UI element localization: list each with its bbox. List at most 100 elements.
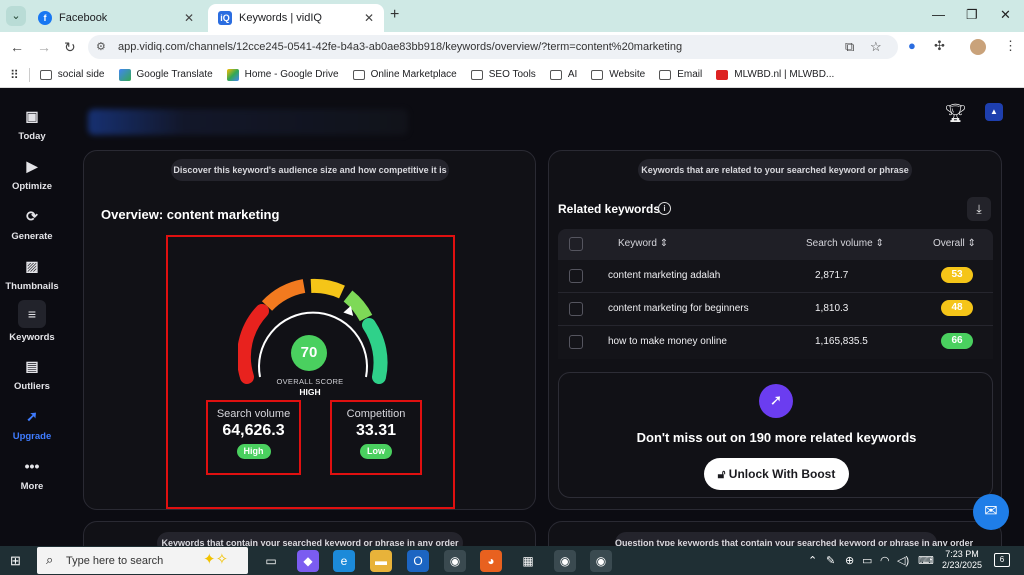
select-all-checkbox[interactable]: [569, 237, 583, 251]
sidebar-item-today[interactable]: ▣ Today: [0, 105, 64, 142]
trophy-icon[interactable]: 🏆︎: [944, 103, 967, 124]
question-keywords-card: Question type keywords that contain your…: [548, 521, 1002, 546]
browser-menu-icon[interactable]: ⋮: [1004, 38, 1017, 54]
table-row[interactable]: content marketing for beginners 1,810.3 …: [558, 293, 993, 326]
meet-icon[interactable]: ⊕: [845, 554, 854, 567]
bookmark-online-marketplace[interactable]: Online Marketplace: [352, 69, 457, 80]
download-button[interactable]: ⤓: [967, 197, 991, 221]
pen-icon[interactable]: ✎: [826, 554, 835, 567]
firefox-icon[interactable]: ◕: [480, 550, 502, 572]
bookmark-website[interactable]: Website: [591, 69, 645, 80]
competition-label: Competition: [346, 408, 406, 420]
keyword-cell[interactable]: how to make money online: [608, 336, 727, 347]
wifi-icon[interactable]: ◠: [880, 554, 890, 567]
bookmark-google-translate[interactable]: Google Translate: [118, 68, 213, 81]
question-hint: Question type keywords that contain your…: [615, 532, 973, 546]
microsoft-store-icon[interactable]: ▦: [517, 550, 539, 572]
sidebar-item-more[interactable]: ••• More: [0, 455, 64, 492]
sidebar-item-thumbnails[interactable]: ▨ Thumbnails: [0, 255, 64, 292]
sort-icon: ⇕: [659, 238, 669, 249]
site-info-icon[interactable]: ⚙: [96, 40, 106, 53]
bookmark-social-side[interactable]: social side: [39, 69, 105, 80]
keyword-cell[interactable]: content marketing for beginners: [608, 303, 749, 314]
chrome-profile-icon[interactable]: ◉: [554, 550, 576, 572]
tab-facebook[interactable]: f Facebook ✕: [28, 4, 204, 32]
url-text[interactable]: app.vidiq.com/channels/12cce245-0541-42f…: [118, 41, 682, 53]
windows-start-icon[interactable]: ⊞: [10, 553, 21, 569]
sidebar-item-outliers[interactable]: ▤ Outliers: [0, 355, 64, 392]
new-tab-button[interactable]: +: [390, 6, 399, 24]
bookmark-star-icon[interactable]: ☆: [870, 39, 882, 55]
bookmark-ai[interactable]: AI: [549, 69, 577, 80]
unlock-with-boost-button[interactable]: 🔓︎ Unlock With Boost: [704, 458, 849, 490]
tray-chevron-icon[interactable]: ⌃: [808, 554, 817, 567]
row-checkbox[interactable]: [569, 269, 583, 283]
column-keyword[interactable]: Keyword ⇕: [618, 238, 668, 249]
google-translate-icon: [118, 68, 131, 81]
chrome-icon[interactable]: ◉: [444, 550, 466, 572]
sidebar-item-label: Generate: [11, 231, 53, 242]
restore-icon[interactable]: ❐: [966, 7, 978, 23]
close-icon[interactable]: ✕: [184, 11, 194, 25]
taskbar-clock[interactable]: 7:23 PM 2/23/2025: [940, 549, 984, 571]
outliers-icon: ▤: [25, 358, 39, 374]
table-row[interactable]: content marketing adalah 2,871.7 53: [558, 260, 993, 293]
chat-support-button[interactable]: ✉: [973, 494, 1009, 530]
back-icon[interactable]: ←: [10, 39, 24, 55]
minimize-icon[interactable]: —: [932, 7, 945, 22]
related-keywords-table: Keyword ⇕ Search volume ⇕ Overall ⇕ cont…: [558, 229, 993, 359]
folder-icon: [591, 69, 604, 80]
extensions-icon[interactable]: ✣: [934, 38, 945, 54]
bookmark-email[interactable]: Email: [659, 69, 702, 80]
taskbar-search[interactable]: ⌕ Type here to search ✦✧: [37, 547, 248, 574]
bookmark-label: Online Marketplace: [370, 69, 457, 80]
sort-icon: ⇕: [875, 238, 884, 249]
bookmark-google-drive[interactable]: Home - Google Drive: [226, 68, 339, 81]
keyboard-icon[interactable]: ⌨: [918, 554, 934, 567]
related-keywords-title: Related keywords: [558, 202, 661, 216]
notification-icon[interactable]: 6: [994, 553, 1010, 567]
chrome-profile-2-icon[interactable]: ◉: [590, 550, 612, 572]
row-checkbox[interactable]: [569, 335, 583, 349]
bookmark-mlwbd[interactable]: MLWBD.nl | MLWBD...: [716, 69, 834, 80]
info-icon[interactable]: i: [658, 202, 671, 215]
forward-icon[interactable]: →: [37, 39, 51, 55]
edge-icon[interactable]: e: [333, 550, 355, 572]
competition-value: 33.31: [355, 422, 397, 439]
address-bar[interactable]: ⚙ app.vidiq.com/channels/12cce245-0541-4…: [88, 35, 898, 59]
rocket-icon: ➚: [759, 384, 793, 418]
sidebar-item-upgrade[interactable]: ➚ Upgrade: [0, 405, 64, 442]
search-volume-metric: Search volume 64,626.3 High: [208, 402, 299, 459]
table-row[interactable]: how to make money online 1,165,835.5 66: [558, 326, 993, 359]
profile-avatar[interactable]: [970, 39, 986, 55]
reload-icon[interactable]: ↻: [64, 39, 76, 56]
channel-avatar[interactable]: ▲: [985, 103, 1003, 121]
sidebar-item-label: Outliers: [14, 381, 50, 392]
outlook-icon[interactable]: O: [407, 550, 429, 572]
file-explorer-icon[interactable]: ▬: [370, 550, 392, 572]
install-app-icon[interactable]: ⧉: [845, 39, 854, 55]
tab-vidiq-keywords[interactable]: iQ Keywords | vidIQ ✕: [208, 4, 384, 32]
sidebar-item-generate[interactable]: ⟳ Generate: [0, 205, 64, 242]
volume-icon[interactable]: ◁): [897, 554, 909, 567]
column-overall[interactable]: Overall ⇕: [933, 238, 976, 249]
sidebar-item-label: Keywords: [9, 332, 55, 343]
search-placeholder: Type here to search: [66, 555, 164, 567]
bookmark-seo-tools[interactable]: SEO Tools: [470, 69, 536, 80]
column-search-volume[interactable]: Search volume ⇕: [806, 238, 884, 249]
apps-grid-icon[interactable]: ⠿: [10, 68, 19, 82]
close-window-icon[interactable]: ✕: [1000, 7, 1011, 23]
facebook-icon: f: [38, 11, 52, 25]
close-icon[interactable]: ✕: [364, 11, 374, 25]
keyword-cell[interactable]: content marketing adalah: [608, 270, 720, 281]
sidebar-item-optimize[interactable]: ▶ Optimize: [0, 155, 64, 192]
tab-search-chevron-icon[interactable]: ⌄: [6, 6, 26, 26]
battery-icon[interactable]: ▭: [862, 554, 872, 567]
vidiq-extension-icon[interactable]: ●: [908, 38, 916, 53]
copilot-icon[interactable]: ◆: [297, 550, 319, 572]
task-view-icon[interactable]: ▭: [260, 550, 282, 572]
sidebar-item-keywords[interactable]: ≡ Keywords: [0, 300, 64, 343]
row-checkbox[interactable]: [569, 302, 583, 316]
folder-icon: [549, 69, 562, 80]
column-label: Search volume: [806, 238, 873, 249]
